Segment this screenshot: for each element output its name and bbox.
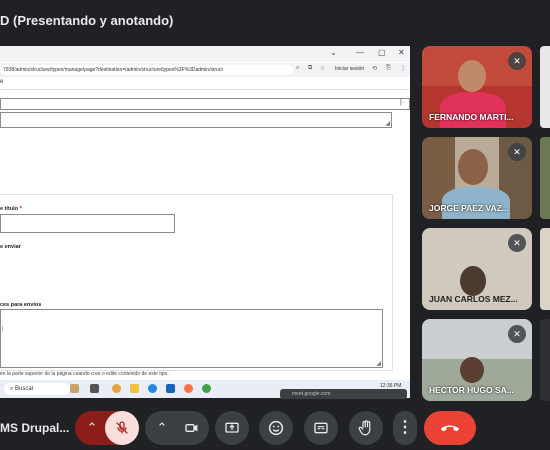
url-field: 7938/admin/structure/types/manage/page?d… <box>0 65 293 75</box>
participant-tile[interactable]: ✕ HECTOR HUGO SA... <box>422 319 532 401</box>
mic-off-icon: ✕ <box>508 325 526 343</box>
share-note: meet.google.com <box>280 389 407 399</box>
page-toolbar-text: e <box>0 79 4 85</box>
browser-titlebar: ⌄ — ▢ ✕ <box>0 46 410 62</box>
mic-group: ⌃ <box>75 411 139 445</box>
participant-tile-edge <box>540 137 550 219</box>
participant-body <box>440 92 506 128</box>
camera-toggle-button[interactable] <box>175 411 209 445</box>
participant-video <box>460 266 486 296</box>
store-icon <box>166 384 175 393</box>
participant-tile[interactable]: ✕ JUAN CARLOS MEZ... <box>422 228 532 310</box>
chevron-up-icon[interactable]: ⌃ <box>151 411 173 445</box>
mic-off-icon: ✕ <box>508 234 526 252</box>
raise-hand-icon <box>358 420 371 436</box>
captions-icon <box>314 422 328 434</box>
meeting-top-bar: D (Presentando y anotando) <box>0 8 550 34</box>
field-handle-icon: |· <box>400 99 405 106</box>
share-icon: ⎘ <box>386 65 391 71</box>
more-options-icon: ⋮ <box>397 419 413 436</box>
participant-tile[interactable]: ✕ JORGE PAEZ VAZ... <box>422 137 532 219</box>
signin-label: Iniciar sesión <box>335 66 365 72</box>
participant-name: JUAN CARLOS MEZ... <box>429 294 518 304</box>
textarea-cursor: | <box>2 326 4 332</box>
mic-off-icon <box>116 421 128 434</box>
participant-name: HECTOR HUGO SA... <box>429 385 514 395</box>
star-icon: ☆ <box>320 66 326 72</box>
menu-dots-icon: ⋮ <box>400 66 406 72</box>
participant-tile-edge <box>540 319 550 401</box>
camera-icon <box>185 424 198 433</box>
task-view-icon <box>90 384 99 393</box>
leave-call-button[interactable] <box>424 411 476 445</box>
more-options-button[interactable]: ⋮ <box>393 411 417 445</box>
description-textarea: ◢ <box>0 112 392 128</box>
mic-toggle-button[interactable] <box>105 411 139 445</box>
title-input <box>0 214 175 233</box>
captions-button[interactable] <box>304 411 338 445</box>
settings-textarea: | ◢ <box>0 309 383 368</box>
title-label: e título * <box>0 206 22 212</box>
chrome-app-icon <box>112 384 121 393</box>
browser-address-bar: 7938/admin/structure/types/manage/page?d… <box>0 63 410 77</box>
participant-name: JORGE PAEZ VAZ... <box>429 203 509 213</box>
page-toolbar: e <box>0 78 410 90</box>
participant-video <box>460 357 484 383</box>
participant-tile-edge <box>540 228 550 310</box>
emoji-icon <box>268 420 284 436</box>
translate-icon: ⧉ <box>308 65 313 71</box>
minimize-icon: — <box>356 48 364 57</box>
taskbar-search: ⌕ Buscar <box>4 383 70 395</box>
extensions-icon: ⟲ <box>372 66 378 72</box>
chevron-up-icon[interactable]: ⌃ <box>81 411 103 445</box>
chevron-down-icon: ⌄ <box>330 48 337 57</box>
mic-off-icon: ✕ <box>508 52 526 70</box>
firefox-icon <box>184 384 193 393</box>
zoom-icon: ⌕ <box>296 65 300 71</box>
edge-icon <box>148 384 157 393</box>
participant-tile[interactable]: ✕ FERNANDO MARTI... <box>422 46 532 128</box>
meeting-controls: MS Drupal... ⌃ ⌃ ⋮ <box>0 400 550 450</box>
page-content: |· ◢ e título * e enviar ces para envíos… <box>0 90 410 380</box>
meeting-title: D (Presentando y anotando) <box>0 13 174 28</box>
shared-screen: ⌄ — ▢ ✕ 7938/admin/structure/types/manag… <box>0 46 410 398</box>
maximize-icon: ▢ <box>378 48 386 57</box>
toolbar-field: |· <box>0 98 410 110</box>
chrome-icon <box>202 384 211 393</box>
mic-off-icon: ✕ <box>508 143 526 161</box>
send-label: e enviar <box>0 244 21 250</box>
folder-icon <box>130 384 139 393</box>
present-screen-icon <box>225 422 239 433</box>
emoji-button[interactable] <box>259 411 293 445</box>
participant-video <box>458 149 488 185</box>
participant-video <box>458 60 486 92</box>
settings-label: ces para envíos <box>0 302 42 308</box>
meeting-app-name: MS Drupal... <box>0 421 70 435</box>
taskbar-search-label: Buscar <box>15 386 34 392</box>
resize-grip-icon: ◢ <box>385 121 390 127</box>
resize-grip-icon: ◢ <box>376 361 381 367</box>
hangup-icon <box>440 425 460 432</box>
raise-hand-button[interactable] <box>349 411 383 445</box>
camera-group: ⌃ <box>145 411 209 445</box>
participant-tile-edge <box>540 46 550 128</box>
close-icon: ✕ <box>398 48 405 57</box>
participant-name: FERNANDO MARTI... <box>429 112 514 122</box>
settings-card: e título * e enviar ces para envíos | ◢ <box>0 194 393 371</box>
present-button[interactable] <box>215 411 249 445</box>
help-text: en la parte superior de la página cuando… <box>0 371 169 377</box>
widget-icon <box>70 384 79 393</box>
